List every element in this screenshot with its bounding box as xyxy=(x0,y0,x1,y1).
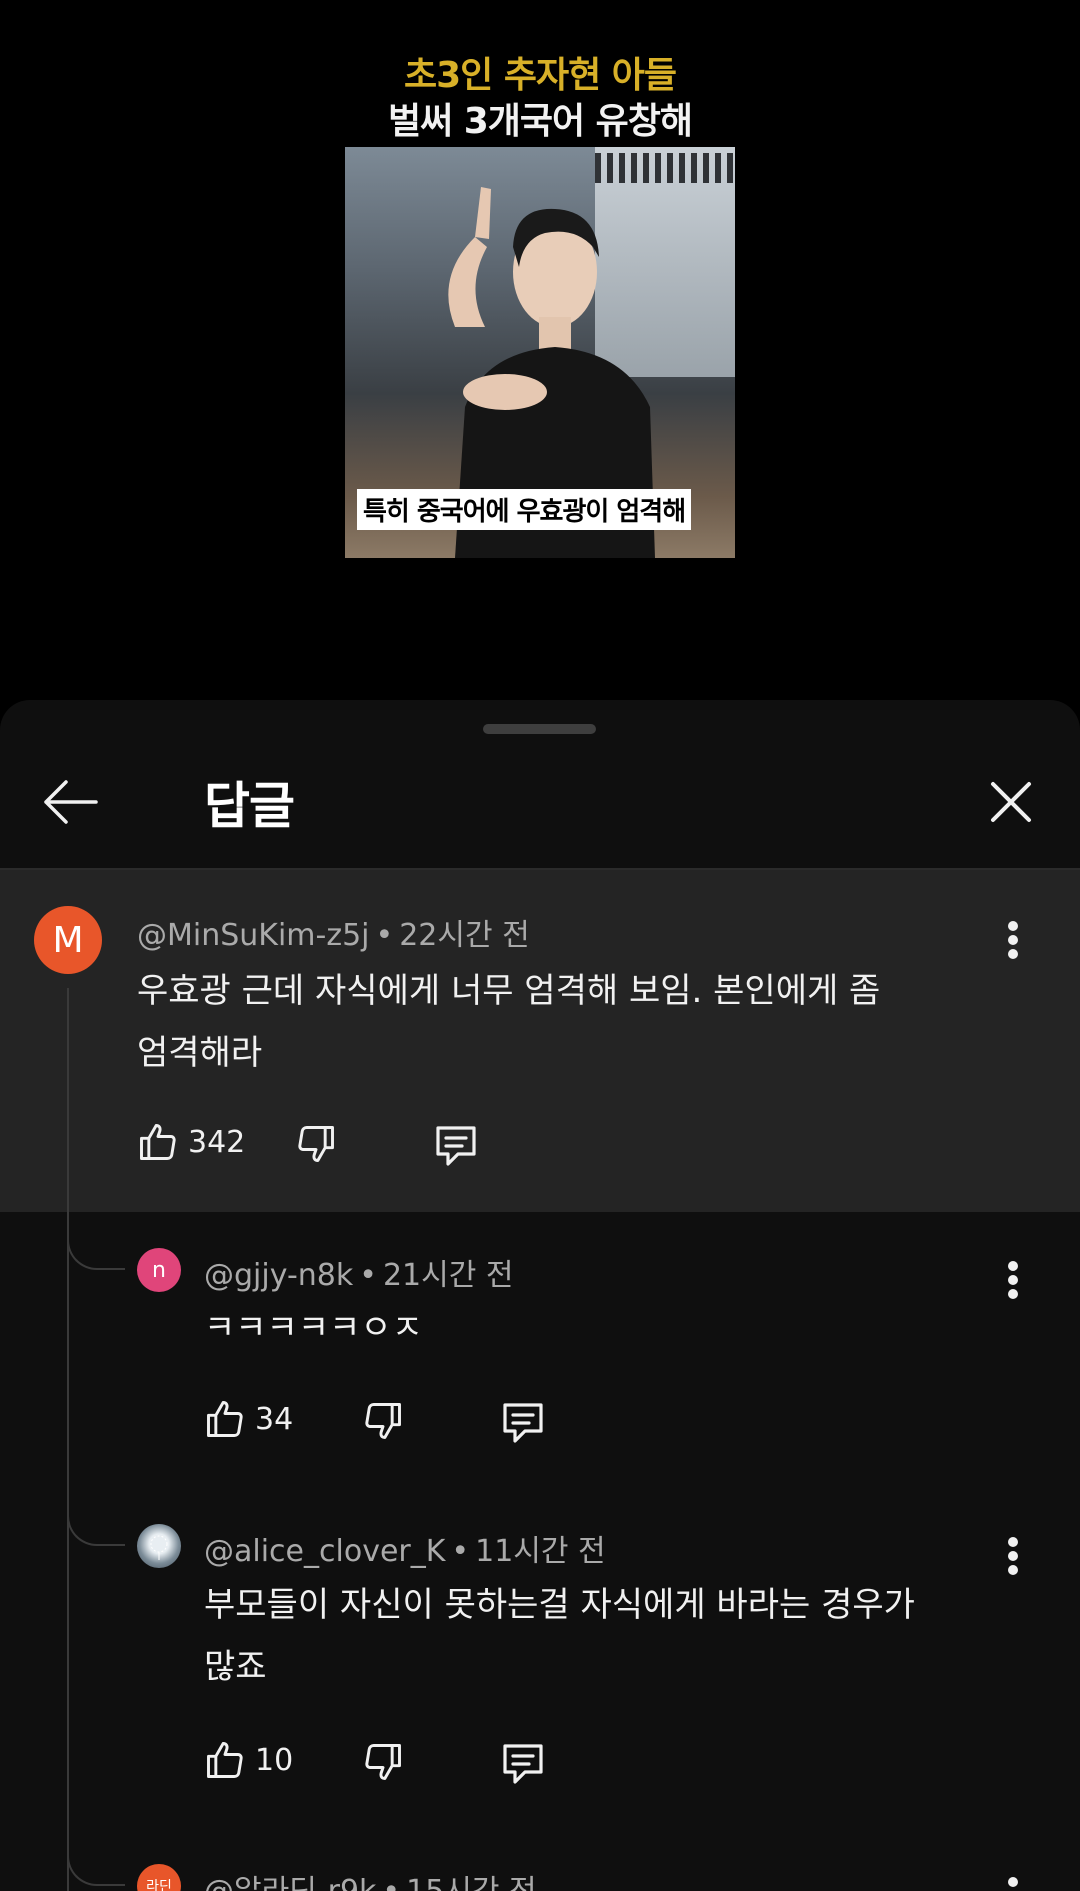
replies-sheet: 답글 M @MinSuKim-z5j • 22시간 전 우효광 근데 자식에게 너무… xyxy=(0,700,1080,1891)
avatar[interactable]: n xyxy=(137,1248,181,1292)
meta-separator: • xyxy=(451,1534,470,1569)
comment-time[interactable]: 21시간 전 xyxy=(383,1258,514,1293)
like-count: 342 xyxy=(188,1124,246,1160)
avatar-letter: n xyxy=(152,1257,166,1283)
comment-time[interactable]: 22시간 전 xyxy=(399,918,530,953)
comment-author[interactable]: @MinSuKim-z5j xyxy=(137,918,370,953)
meta-separator: • xyxy=(359,1258,377,1293)
like-button[interactable]: 342 xyxy=(136,1120,245,1164)
thumb-down-icon xyxy=(298,1126,334,1162)
comment-text-line2: 많죠 xyxy=(204,1647,267,1687)
like-count: 10 xyxy=(255,1742,294,1778)
reply-icon xyxy=(503,1403,543,1443)
thumb-down-icon xyxy=(365,1744,401,1780)
more-vert-icon xyxy=(1008,1537,1018,1575)
thumb-up-icon xyxy=(140,1124,176,1160)
avatar-letter: 라딘 xyxy=(146,1879,172,1891)
thumb-up-icon xyxy=(207,1742,243,1778)
thread-line xyxy=(67,988,69,1891)
thumb-down-icon xyxy=(365,1403,401,1439)
avatar[interactable]: 라딘 xyxy=(137,1864,181,1891)
drag-handle[interactable] xyxy=(483,724,596,734)
reply-connector xyxy=(67,1840,125,1886)
comment-author[interactable]: @alice_clover_K xyxy=(204,1534,445,1569)
back-button[interactable] xyxy=(36,772,106,832)
dandelion-icon xyxy=(150,1535,168,1560)
avatar-letter: M xyxy=(52,919,84,961)
like-button[interactable]: 34 xyxy=(203,1397,293,1441)
more-options-button[interactable] xyxy=(993,1526,1033,1586)
video-player[interactable]: 초3인 추자현 아들 벌써 3개국어 유창해 특히 중국어에 우효광이 엄격해 xyxy=(0,0,1080,700)
comment-author[interactable]: @알라딘-r9k xyxy=(204,1874,376,1891)
comment-meta: @gjjy-n8k • 21시간 전 xyxy=(204,1250,513,1294)
reply-button[interactable] xyxy=(499,1740,547,1786)
reply-icon xyxy=(436,1126,476,1166)
reply-icon xyxy=(503,1744,543,1784)
close-icon xyxy=(991,782,1031,822)
avatar[interactable]: M xyxy=(34,906,102,974)
close-button[interactable] xyxy=(976,772,1046,832)
like-button[interactable]: 10 xyxy=(203,1738,293,1782)
comment-meta: @알라딘-r9k • 15시간 전 xyxy=(204,1866,537,1891)
more-options-button[interactable] xyxy=(993,910,1033,970)
dislike-button[interactable] xyxy=(361,1399,405,1443)
sheet-title: 답글 xyxy=(204,777,295,835)
meta-separator: • xyxy=(375,918,394,953)
reply-button[interactable] xyxy=(432,1122,480,1168)
avatar[interactable] xyxy=(137,1524,181,1568)
like-count: 34 xyxy=(255,1401,294,1437)
arrow-left-icon xyxy=(44,780,98,824)
meta-separator: • xyxy=(382,1874,400,1891)
comment-meta: @alice_clover_K • 11시간 전 xyxy=(204,1526,606,1570)
more-options-button[interactable] xyxy=(993,1866,1033,1891)
comment-text-line1: 우효광 근데 자식에게 너무 엄격해 보임. 본인에게 좀 xyxy=(137,971,881,1011)
comment-text-line2: 엄격해라 xyxy=(137,1033,263,1073)
video-title-line2: 벌써 3개국어 유창해 xyxy=(387,101,693,142)
more-vert-icon xyxy=(1008,921,1018,959)
more-options-button[interactable] xyxy=(993,1250,1033,1310)
comment-meta: @MinSuKim-z5j • 22시간 전 xyxy=(137,910,530,954)
reply-button[interactable] xyxy=(499,1399,547,1445)
video-caption: 특히 중국어에 우효광이 엄격해 xyxy=(357,489,692,530)
more-vert-icon xyxy=(1008,1877,1018,1887)
dislike-button[interactable] xyxy=(361,1740,405,1784)
video-frame: 특히 중국어에 우효광이 엄격해 xyxy=(345,147,735,558)
dislike-button[interactable] xyxy=(294,1122,338,1166)
comment-text-line1: ㅋㅋㅋㅋㅋㅇㅈ xyxy=(204,1308,423,1348)
comment-text-line1: 부모들이 자신이 못하는걸 자식에게 바라는 경우가 xyxy=(204,1585,915,1625)
video-title-line1: 초3인 추자현 아들 xyxy=(404,55,677,96)
comment-time[interactable]: 15시간 전 xyxy=(406,1874,537,1891)
reply-connector xyxy=(67,1224,125,1270)
thumb-up-icon xyxy=(207,1401,243,1437)
reply-connector xyxy=(67,1500,125,1546)
comment-time[interactable]: 11시간 전 xyxy=(475,1534,606,1569)
more-vert-icon xyxy=(1008,1261,1018,1299)
comment-author[interactable]: @gjjy-n8k xyxy=(204,1258,353,1293)
